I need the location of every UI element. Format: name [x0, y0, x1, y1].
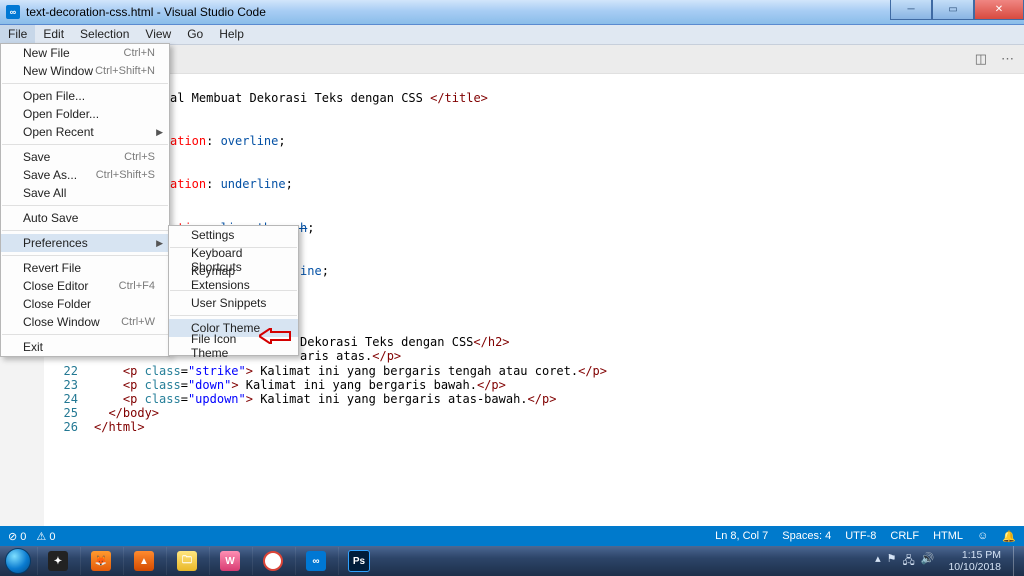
tray-show-hidden-icon[interactable]: ▴	[875, 552, 881, 571]
line-number: 24	[64, 392, 78, 406]
window-minimize-button[interactable]: ─	[890, 0, 932, 20]
pref-menu-user-snippets[interactable]: User Snippets	[169, 294, 298, 312]
window-title: text-decoration-css.html - Visual Studio…	[26, 5, 266, 19]
file-menu-exit[interactable]: Exit	[1, 338, 169, 356]
line-number: 22	[64, 364, 78, 378]
menu-view[interactable]: View	[137, 25, 179, 44]
file-menu-preferences[interactable]: Preferences▶	[1, 234, 169, 252]
file-menu-save-all[interactable]: Save All	[1, 184, 169, 202]
file-menu-close-folder[interactable]: Close Folder	[1, 295, 169, 313]
tray-action-center-icon[interactable]: ⚑	[887, 552, 897, 571]
line-number: 23	[64, 378, 78, 392]
menu-bar: File Edit Selection View Go Help	[0, 25, 1024, 45]
taskbar-clock[interactable]: 1:15 PM 10/10/2018	[940, 549, 1009, 573]
vscode-app-icon: ∞	[6, 5, 20, 19]
taskbar-app-vlc[interactable]: ▲	[123, 547, 164, 575]
taskbar-app-wamp[interactable]: W	[209, 547, 250, 575]
notifications-icon[interactable]: 🔔	[1002, 530, 1016, 543]
chevron-right-icon: ▶	[156, 238, 163, 249]
encoding[interactable]: UTF-8	[845, 530, 876, 542]
line-number: 25	[64, 406, 78, 420]
pref-menu-keymap-ext[interactable]: Keymap Extensions	[169, 269, 298, 287]
file-menu-auto-save[interactable]: Auto Save	[1, 209, 169, 227]
file-menu-close-window[interactable]: Close WindowCtrl+W	[1, 313, 169, 331]
system-tray[interactable]: ▴ ⚑ 🖧 🔊	[869, 552, 940, 571]
taskbar-app-explorer[interactable]: 🗀	[166, 547, 207, 575]
line-number: 26	[64, 420, 78, 434]
menu-edit[interactable]: Edit	[35, 25, 72, 44]
file-menu-open-recent[interactable]: Open Recent▶	[1, 123, 169, 141]
indentation[interactable]: Spaces: 4	[782, 530, 831, 542]
menu-help[interactable]: Help	[211, 25, 252, 44]
windows-taskbar: ✦ 🦊 ▲ 🗀 W ∞ Ps ▴ ⚑ 🖧 🔊 1:15 PM 10/10/201…	[0, 546, 1024, 576]
language-mode[interactable]: HTML	[933, 530, 963, 542]
file-menu-open-folder[interactable]: Open Folder...	[1, 105, 169, 123]
file-menu-close-editor[interactable]: Close EditorCtrl+F4	[1, 277, 169, 295]
taskbar-app-winamp[interactable]: ✦	[37, 547, 78, 575]
split-editor-icon[interactable]: ◫	[975, 51, 987, 67]
eol[interactable]: CRLF	[890, 530, 919, 542]
cursor-position[interactable]: Ln 8, Col 7	[715, 530, 768, 542]
annotation-arrow-icon	[259, 328, 291, 344]
window-maximize-button[interactable]: ▭	[932, 0, 974, 20]
errors-icon[interactable]: ⊘ 0	[8, 530, 26, 543]
menu-go[interactable]: Go	[179, 25, 211, 44]
chevron-right-icon: ▶	[156, 127, 163, 138]
menu-selection[interactable]: Selection	[72, 25, 137, 44]
start-button[interactable]	[0, 546, 36, 576]
more-actions-icon[interactable]: ⋯	[1001, 51, 1014, 67]
tray-network-icon[interactable]: 🖧	[902, 552, 914, 571]
file-menu-save[interactable]: SaveCtrl+S	[1, 148, 169, 166]
window-title-bar: ∞ text-decoration-css.html - Visual Stud…	[0, 0, 1024, 25]
file-menu-new-window[interactable]: New WindowCtrl+Shift+N	[1, 62, 169, 80]
window-close-button[interactable]: ✕	[974, 0, 1024, 20]
taskbar-app-photoshop[interactable]: Ps	[338, 547, 379, 575]
taskbar-app-vscode[interactable]: ∞	[295, 547, 336, 575]
menu-file[interactable]: File	[0, 25, 35, 44]
file-menu-new-file[interactable]: New FileCtrl+N	[1, 44, 169, 62]
show-desktop-button[interactable]	[1013, 546, 1024, 576]
warnings-icon[interactable]: ⚠ 0	[36, 530, 55, 543]
pref-menu-settings[interactable]: Settings	[169, 226, 298, 244]
taskbar-app-chrome[interactable]	[252, 547, 293, 575]
file-menu-save-as[interactable]: Save As...Ctrl+Shift+S	[1, 166, 169, 184]
tray-volume-icon[interactable]: 🔊	[921, 552, 935, 571]
feedback-icon[interactable]: ☺	[977, 530, 988, 542]
taskbar-app-firefox[interactable]: 🦊	[80, 547, 121, 575]
file-menu-revert-file[interactable]: Revert File	[1, 259, 169, 277]
file-menu-dropdown: New FileCtrl+NNew WindowCtrl+Shift+N Open…	[0, 43, 170, 357]
file-menu-open-file[interactable]: Open File...	[1, 87, 169, 105]
status-bar: ⊘ 0 ⚠ 0 Ln 8, Col 7 Spaces: 4 UTF-8 CRLF…	[0, 526, 1024, 546]
